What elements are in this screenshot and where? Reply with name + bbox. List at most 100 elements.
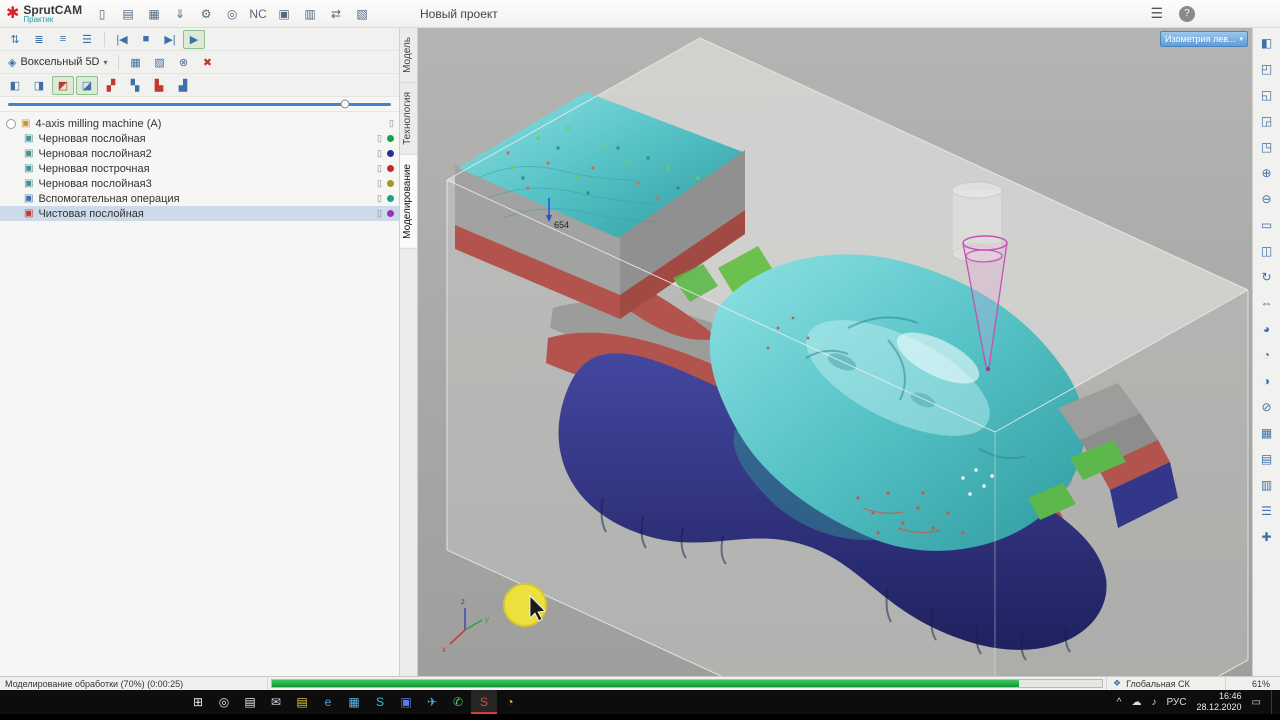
zoom-window-icon[interactable]: ▭ <box>1256 215 1278 234</box>
parameters-page-icon[interactable]: ▯ <box>377 134 382 143</box>
tray-expand-icon[interactable]: ^ <box>1117 697 1122 708</box>
indent-increase-icon[interactable]: ≣ <box>28 30 50 49</box>
show-tool-icon[interactable]: ◨ <box>28 76 50 95</box>
simulation-progress-slider[interactable] <box>8 99 391 109</box>
start-button[interactable]: ⊞ <box>185 690 211 714</box>
add-stock-icon[interactable]: ▦ <box>125 53 147 72</box>
search-icon[interactable]: ◎ <box>220 3 244 25</box>
show-target-icon[interactable]: ◪ <box>76 75 98 95</box>
chrome-app[interactable]: ◔ <box>497 690 523 714</box>
photos-app[interactable]: ▣ <box>393 690 419 714</box>
mode-tab[interactable]: Модель <box>400 28 417 83</box>
language-indicator[interactable]: РУС <box>1166 697 1186 708</box>
collision-check-icon[interactable]: ▞ <box>100 76 122 95</box>
show-workpiece-icon[interactable]: ▤ <box>1256 449 1278 468</box>
wireframe-mode-icon[interactable]: ◔ <box>1256 345 1278 364</box>
machine-settings-icon[interactable]: ⚙ <box>194 3 218 25</box>
shaded-mode-icon[interactable]: ◕ <box>1256 319 1278 338</box>
parameters-page-icon[interactable]: ▯ <box>377 179 382 188</box>
mail-app[interactable]: ✉ <box>263 690 289 714</box>
volume-icon[interactable]: ♪ <box>1151 697 1156 708</box>
top-view-icon[interactable]: ◲ <box>1256 111 1278 130</box>
statistics-icon[interactable]: ▥ <box>298 3 322 25</box>
operation-row[interactable]: ▣ Чистовая послойная ▯ <box>0 206 399 221</box>
import-model-icon[interactable]: ⇓ <box>168 3 192 25</box>
front-view-icon[interactable]: ◱ <box>1256 85 1278 104</box>
operation-label: Черновая построчная <box>38 162 150 175</box>
show-fixtures-icon[interactable]: ▥ <box>1256 475 1278 494</box>
clip-plane-icon[interactable]: ⊘ <box>1256 397 1278 416</box>
sprutcam-app[interactable]: S <box>471 690 497 714</box>
pan-view-icon[interactable]: ⇔ <box>1256 293 1278 312</box>
operation-row[interactable]: ▣ Черновая послойная2 ▯ <box>0 146 399 161</box>
operation-list-icon[interactable]: ☰ <box>76 30 98 49</box>
show-machine-icon[interactable]: ▦ <box>1256 423 1278 442</box>
sim-stop-button[interactable]: ■ <box>135 30 157 49</box>
whatsapp-app[interactable]: ✆ <box>445 690 471 714</box>
sim-to-end-button[interactable]: ▶| <box>159 30 181 49</box>
show-desktop-button[interactable] <box>1271 690 1276 714</box>
show-stock-icon[interactable]: ◩ <box>52 75 74 95</box>
semitransparent-mode-icon[interactable]: ◑ <box>1256 371 1278 390</box>
rotate-view-icon[interactable]: ↻ <box>1256 267 1278 286</box>
onedrive-cloud-icon[interactable]: ☁ <box>1131 697 1141 708</box>
sim-to-start-button[interactable]: |◀ <box>111 30 133 49</box>
viewport-3d[interactable]: 654 z y x Изометрия лев... ▾ <box>418 28 1252 676</box>
telegram-app[interactable]: ✈ <box>419 690 445 714</box>
hamburger-menu-icon[interactable]: ☰ <box>1150 5 1163 22</box>
mode-tab[interactable]: Моделирование <box>400 154 417 249</box>
store-app[interactable]: ▦ <box>341 690 367 714</box>
operation-row[interactable]: ▣ Черновая послойная ▯ <box>0 131 399 146</box>
machine-icon[interactable]: ▣ <box>272 3 296 25</box>
task-view-button[interactable]: ▤ <box>237 690 263 714</box>
view-options-icon[interactable]: ☰ <box>1256 501 1278 520</box>
explorer-app[interactable]: ▤ <box>289 690 315 714</box>
measure-icon[interactable]: ✚ <box>1256 527 1278 546</box>
help-icon[interactable]: ? <box>1179 5 1195 22</box>
operation-row[interactable]: ▣ Черновая послойная3 ▯ <box>0 176 399 191</box>
radio-icon[interactable] <box>6 118 16 129</box>
report-icon[interactable]: ▧ <box>350 3 374 25</box>
coordinate-system-indicator[interactable]: ❖ Глобальная СК <box>1107 677 1226 690</box>
indent-decrease-icon[interactable]: ≡ <box>52 30 74 49</box>
reorder-operations-icon[interactable]: ⇅ <box>4 30 26 49</box>
parameters-page-icon[interactable]: ▯ <box>377 149 382 158</box>
compare-model-icon[interactable]: ⊗ <box>173 53 195 72</box>
machine-root-row[interactable]: ▣ 4-axis milling machine (A) ▯ <box>0 116 399 131</box>
save-project-icon[interactable]: ▦ <box>142 3 166 25</box>
turbo-simulation-icon[interactable]: ▙ <box>148 76 170 95</box>
parameters-page-icon[interactable]: ▯ <box>377 164 382 173</box>
3d-scene[interactable]: 654 z y x <box>418 28 1252 676</box>
mode-tab[interactable]: Технология <box>400 82 417 155</box>
parameters-page-icon[interactable]: ▯ <box>377 194 382 203</box>
zoom-in-icon[interactable]: ⊕ <box>1256 163 1278 182</box>
postprocessor-icon[interactable]: NC <box>246 3 270 25</box>
sprutcam-logo-icon: ✱ <box>6 4 20 22</box>
edge-app[interactable]: e <box>315 690 341 714</box>
open-project-icon[interactable]: ▤ <box>116 3 140 25</box>
remove-stock-icon[interactable]: ▧ <box>149 53 171 72</box>
search-button[interactable]: ◎ <box>211 690 237 714</box>
new-project-icon[interactable]: ▯ <box>90 3 114 25</box>
transfer-icon[interactable]: ⇄ <box>324 3 348 25</box>
operation-row[interactable]: ▣ Черновая построчная ▯ <box>0 161 399 176</box>
sim-play-button[interactable]: ▶ <box>183 29 205 49</box>
notification-center-icon[interactable]: ▭ <box>1252 697 1261 708</box>
view-orientation-dropdown[interactable]: Изометрия лев... ▾ <box>1160 31 1248 47</box>
skype-app[interactable]: S <box>367 690 393 714</box>
iso-view-icon[interactable]: ◰ <box>1256 59 1278 78</box>
show-holder-icon[interactable]: ▚ <box>124 76 146 95</box>
collapse-panel-icon[interactable]: ◧ <box>1256 33 1278 52</box>
parameters-page-icon[interactable]: ▯ <box>389 119 394 128</box>
zoom-fit-icon[interactable]: ◫ <box>1256 241 1278 260</box>
show-toolpath-icon[interactable]: ◧ <box>4 76 26 95</box>
slider-handle[interactable] <box>340 99 350 109</box>
simulation-accuracy-icon[interactable]: ▟ <box>172 76 194 95</box>
taskbar-clock[interactable]: 16:46 28.12.2020 <box>1197 691 1242 713</box>
reset-simulation-icon[interactable]: ✖ <box>197 53 219 72</box>
side-view-icon[interactable]: ◳ <box>1256 137 1278 156</box>
parameters-page-icon[interactable]: ▯ <box>377 209 382 218</box>
operation-row[interactable]: ▣ Вспомогательная операция ▯ <box>0 191 399 206</box>
simulation-mode-dropdown[interactable]: ◈ Воксельный 5D ▾ <box>4 56 112 69</box>
zoom-out-icon[interactable]: ⊖ <box>1256 189 1278 208</box>
